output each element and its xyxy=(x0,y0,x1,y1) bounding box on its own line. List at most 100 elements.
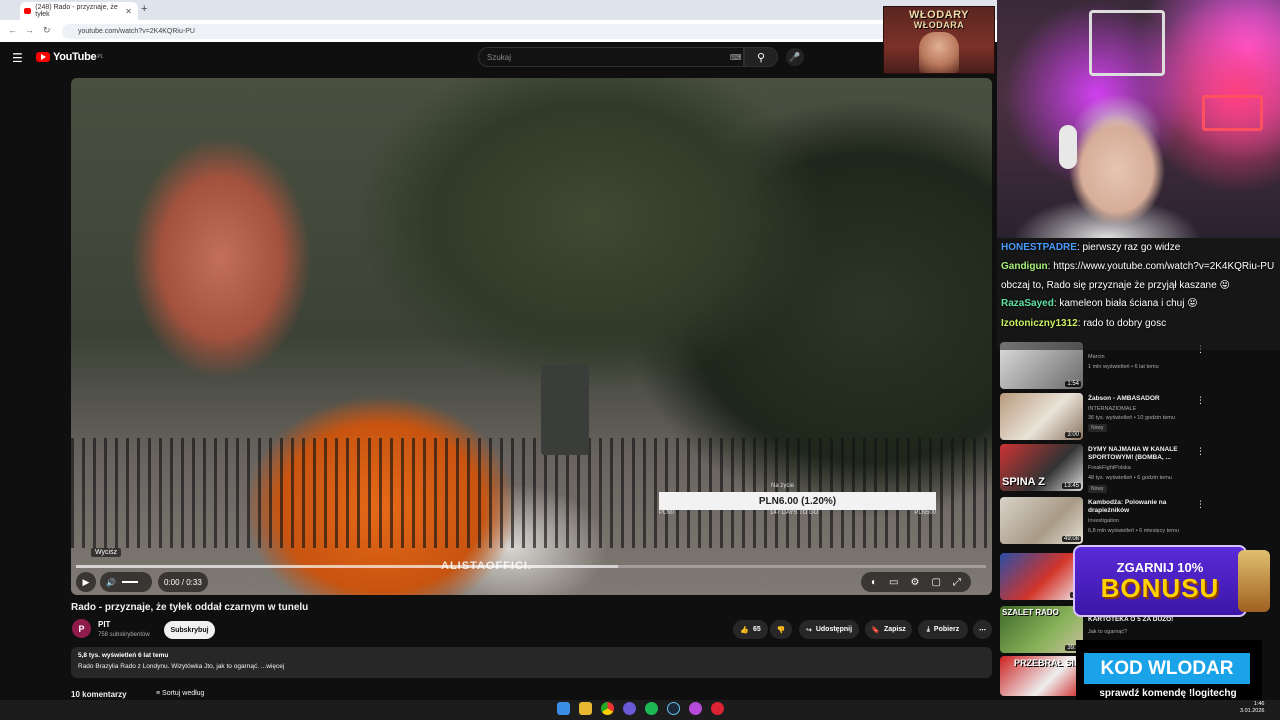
badge-portrait xyxy=(919,32,959,73)
recommendation-channel[interactable]: Marcin xyxy=(1088,354,1105,360)
download-icon: ⤓ xyxy=(926,625,930,633)
theater-mode-icon[interactable]: ▢ xyxy=(931,577,940,588)
volume-icon[interactable]: 🔊 xyxy=(106,578,116,587)
views-date: 5,8 tys. wyświetleń 6 lat temu xyxy=(78,652,169,659)
player-controls-left: ▶ 🔊 0:00 / 0:33 xyxy=(76,572,208,592)
chrome-icon[interactable] xyxy=(601,702,614,715)
save-label: Zapisz xyxy=(883,626,906,633)
spotify-icon[interactable] xyxy=(645,702,658,715)
more-icon[interactable]: ⋮ xyxy=(1196,395,1205,406)
share-button[interactable]: ↪ Udostępnij xyxy=(799,620,859,639)
fullscreen-icon[interactable]: ⤢ xyxy=(953,577,961,588)
tab-close-icon[interactable]: ✕ xyxy=(125,7,132,16)
download-label: Pobierz xyxy=(933,626,960,633)
recommendation-item[interactable]: SPINA Z 13:45 DYMY NAJMANA W KANALE SPOR… xyxy=(1000,444,1205,493)
search-input[interactable]: Szukaj xyxy=(478,47,744,67)
ticker-value: PLN6.00 (1.20%) xyxy=(659,492,936,510)
subscribe-button[interactable]: Subskrybuj xyxy=(164,621,215,639)
recommendation-meta: 6,8 mln wyświetleń • 6 miesięcy temu xyxy=(1088,528,1179,534)
badge-text-2: WŁODARA xyxy=(913,20,965,30)
recommendation-item[interactable]: 49:08 Kambodża: Polowanie na drapieżnikó… xyxy=(1000,497,1205,545)
more-actions-button[interactable]: ⋯ xyxy=(973,620,992,639)
recommendation-thumbnail[interactable]: SZALET RADO 39:2 xyxy=(1000,606,1083,653)
video-player[interactable]: Na życie PLN6.00 (1.20%) PLN0 147 DAYS T… xyxy=(71,78,992,595)
channel-avatar[interactable]: P xyxy=(72,619,91,638)
channel-name[interactable]: PIT xyxy=(98,620,110,629)
discord-icon[interactable] xyxy=(623,702,636,715)
back-icon[interactable]: ← xyxy=(8,25,17,35)
reload-icon[interactable]: ↻ xyxy=(43,25,51,36)
bottle-graphic xyxy=(1238,550,1270,612)
clock-time: 1:46 xyxy=(1253,701,1265,707)
wall-neon xyxy=(1202,95,1263,131)
search-button[interactable]: ⚲ xyxy=(744,47,778,67)
chat-message: RazaSayed: kameleon biała ściana i chuj … xyxy=(1001,294,1198,313)
thumbs-up-icon: 👍 xyxy=(740,626,749,634)
clock-date: 3.01.2026 xyxy=(1240,707,1265,714)
recommendation-channel[interactable]: Jak to ogarnąć? xyxy=(1088,629,1127,635)
ticker-scale: PLN0 147 DAYS TO GO PLN500 xyxy=(659,510,936,516)
buffered-bar xyxy=(76,565,619,568)
mic-icon[interactable]: 🎤 xyxy=(786,48,804,66)
file-explorer-icon[interactable] xyxy=(579,702,592,715)
youtube-play-icon xyxy=(36,52,50,62)
download-button[interactable]: ⤓ Pobierz xyxy=(918,620,968,639)
app-icon[interactable] xyxy=(689,702,702,715)
chat-username: Gandigun xyxy=(1001,261,1048,272)
recommendation-thumbnail[interactable]: 49:08 xyxy=(1000,497,1083,544)
description-text[interactable]: Rado Brazylia Rado z Londynu. Wizytówka … xyxy=(78,663,284,670)
headphones-left xyxy=(1059,125,1077,169)
dislike-button[interactable]: 👎 xyxy=(770,620,792,639)
bonus-banner: ZGARNIJ 10% BONUSU xyxy=(1073,545,1247,617)
thumbnail-text: PRZEBRAŁ SIĘ xyxy=(1014,658,1081,668)
sort-button[interactable]: ≡ Sortuj według xyxy=(156,690,204,697)
autoplay-toggle-icon[interactable]: ◐ xyxy=(871,577,877,588)
taskbar-clock[interactable]: 1:46 3.01.2026 xyxy=(1240,701,1264,715)
url-field[interactable]: youtube.com/watch?v=2K4KQRiu-PU xyxy=(62,24,922,39)
new-badge: Nowy xyxy=(1088,424,1107,432)
recommendation-thumbnail[interactable]: 20 xyxy=(1000,553,1083,600)
recommendation-meta: 48 tys. wyświetleń • 6 godzin temu xyxy=(1088,475,1172,481)
duration-badge: 13:45 xyxy=(1061,483,1081,489)
recommendation-channel[interactable]: FreakFightPolska xyxy=(1088,465,1131,471)
steam-icon[interactable] xyxy=(667,702,680,715)
settings-icon[interactable]: ⚙ xyxy=(911,577,920,588)
more-icon[interactable]: ⋮ xyxy=(1196,446,1205,457)
save-button[interactable]: 🔖 Zapisz xyxy=(865,620,912,639)
recommendation-channel[interactable]: Investigation xyxy=(1088,518,1119,524)
play-icon: ▶ xyxy=(82,576,90,587)
keyboard-icon[interactable]: ⌨ xyxy=(730,53,742,62)
chat-username: Izotoniczny1312 xyxy=(1001,318,1078,329)
forward-icon[interactable]: → xyxy=(25,25,34,35)
more-icon[interactable]: ⋮ xyxy=(1196,499,1205,510)
video-frame-bin xyxy=(541,365,589,455)
obs-icon[interactable] xyxy=(711,702,724,715)
chat-text: : kameleon biała ściana i chuj 😝 xyxy=(1053,298,1198,309)
recommendation-meta: 36 tys. wyświetleń • 10 godzin temu xyxy=(1088,415,1175,421)
recommendation-thumbnail[interactable]: SPINA Z 13:45 xyxy=(1000,444,1083,491)
recommendation-title[interactable]: Kambodża: Polowanie na drapieżników xyxy=(1088,499,1188,516)
chat-username: HONESTPADRE xyxy=(1001,242,1077,253)
youtube-logo[interactable]: YouTube PL xyxy=(36,51,103,63)
recommendation-title[interactable]: KARTOTEKA O 5 ZA DUZO! xyxy=(1088,616,1188,624)
volume-control[interactable]: 🔊 xyxy=(100,572,152,592)
recommendation-title[interactable]: DYMY NAJMANA W KANALE SPORTOWYM! (BOMBA,… xyxy=(1088,446,1188,463)
like-button[interactable]: 👍 65 xyxy=(733,620,768,639)
subscriber-count: 758 subskrybentów xyxy=(98,632,150,638)
recommendation-thumbnail[interactable]: 3:00 xyxy=(1000,393,1083,440)
recommendation-item[interactable]: 3:00 Żabson - AMBASADOR INTERNAZIOMALE 3… xyxy=(1000,393,1205,441)
chat-text: : pierwszy raz go widze xyxy=(1076,242,1181,253)
subtitles-icon[interactable]: ▭ xyxy=(889,577,898,588)
recommendation-thumbnail[interactable]: PRZEBRAŁ SIĘ xyxy=(1000,656,1083,696)
duration-badge: 49:08 xyxy=(1061,536,1081,542)
volume-slider[interactable] xyxy=(121,581,138,583)
new-tab-button[interactable]: + xyxy=(141,3,147,15)
menu-icon[interactable]: ☰ xyxy=(12,51,23,65)
ticker-label: Na życie xyxy=(771,483,795,489)
play-button[interactable]: ▶ xyxy=(76,572,96,592)
recommendation-title[interactable]: Żabson - AMBASADOR xyxy=(1088,395,1188,403)
start-icon[interactable] xyxy=(557,702,570,715)
browser-tab[interactable]: (248) Rado - przyznaje, że tyłek ✕ xyxy=(20,2,138,20)
chat-message: Izotoniczny1312: rado to dobry gosc xyxy=(1001,314,1166,333)
recommendation-channel[interactable]: INTERNAZIOMALE xyxy=(1088,406,1136,412)
